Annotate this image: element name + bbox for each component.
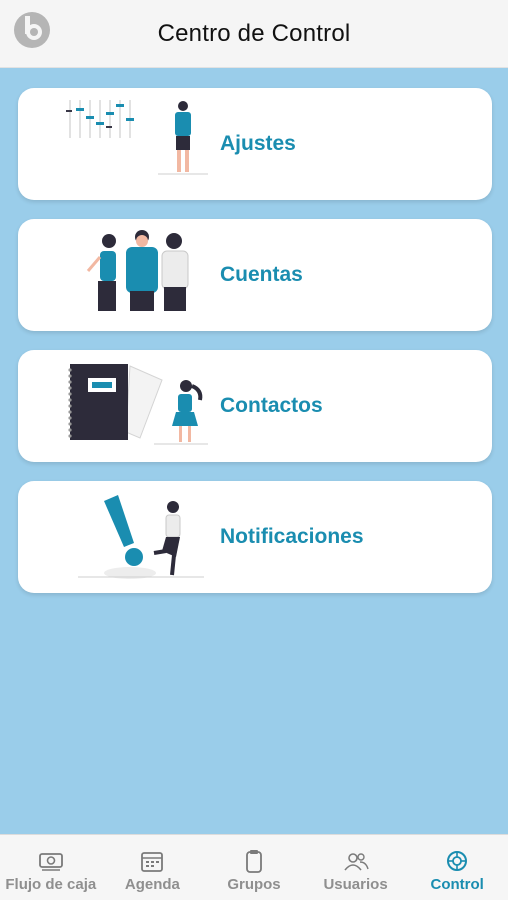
gear-icon xyxy=(447,851,468,871)
tab-label: Grupos xyxy=(227,876,281,893)
settings-sliders-illustration xyxy=(66,100,208,175)
clipboard-icon xyxy=(246,850,262,873)
menu-list: Ajustes Cuentas Contactos Notificaciones xyxy=(0,68,508,834)
menu-card-ajustes[interactable]: Ajustes xyxy=(18,88,492,200)
calendar-icon xyxy=(141,852,164,872)
page-title: Centro de Control xyxy=(157,19,351,47)
tab-grupos[interactable]: Grupos xyxy=(203,835,305,900)
exclamation-person-illustration xyxy=(78,495,204,579)
tab-label: Agenda xyxy=(124,876,180,893)
menu-card-notificaciones[interactable]: Notificaciones xyxy=(18,481,492,593)
tab-label: Flujo de caja xyxy=(5,876,97,893)
app-logo-icon[interactable] xyxy=(12,10,52,50)
users-icon xyxy=(343,853,369,871)
menu-label-ajustes: Ajustes xyxy=(220,132,296,155)
tab-flujo-de-caja[interactable]: Flujo de caja xyxy=(0,835,102,900)
notebook-person-illustration xyxy=(68,364,208,445)
menu-label-contactos: Contactos xyxy=(220,394,323,417)
tab-label: Usuarios xyxy=(323,876,388,893)
app-header: Centro de Control xyxy=(0,0,508,68)
menu-card-contactos[interactable]: Contactos xyxy=(18,350,492,462)
menu-label-notificaciones: Notificaciones xyxy=(220,525,364,548)
tab-label: Control xyxy=(430,876,484,893)
menu-label-cuentas: Cuentas xyxy=(220,263,303,286)
people-group-illustration xyxy=(86,230,189,311)
menu-card-cuentas[interactable]: Cuentas xyxy=(18,219,492,331)
tab-agenda[interactable]: Agenda xyxy=(102,835,204,900)
cash-icon xyxy=(38,853,63,871)
tab-usuarios[interactable]: Usuarios xyxy=(305,835,407,900)
tab-control[interactable]: Control xyxy=(406,835,508,900)
bottom-tab-bar: Flujo de caja Agenda Grupos Usuarios Con… xyxy=(0,834,508,900)
